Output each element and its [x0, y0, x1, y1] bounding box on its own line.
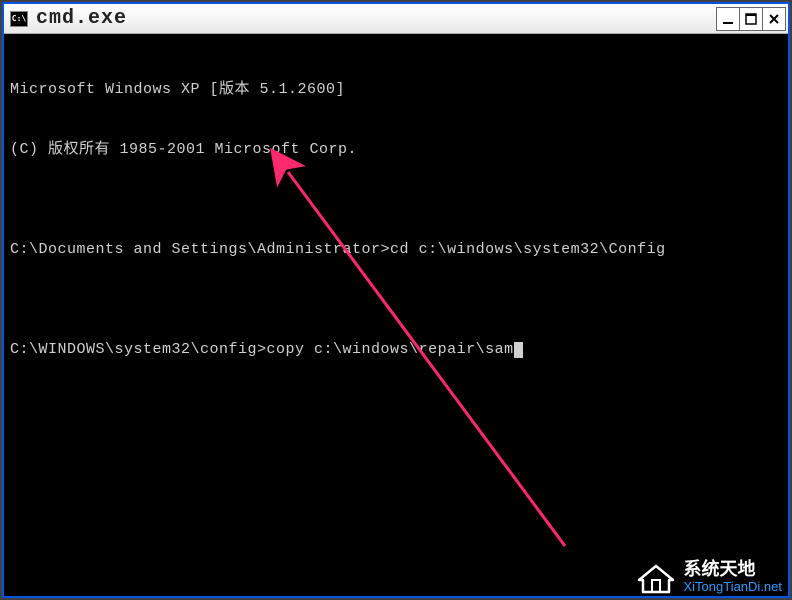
minimize-icon — [722, 13, 734, 25]
terminal-line: C:\Documents and Settings\Administrator>… — [10, 240, 782, 260]
app-icon: C:\ — [10, 11, 28, 27]
terminal-line: (C) 版权所有 1985-2001 Microsoft Corp. — [10, 140, 782, 160]
terminal-line: C:\WINDOWS\system32\config>copy c:\windo… — [10, 340, 782, 360]
cursor — [514, 342, 523, 358]
maximize-button[interactable] — [739, 7, 763, 31]
window-title: cmd.exe — [36, 7, 717, 30]
terminal-line: Microsoft Windows XP [版本 5.1.2600] — [10, 80, 782, 100]
close-button[interactable] — [762, 7, 786, 31]
app-icon-label: C:\ — [12, 14, 26, 23]
maximize-icon — [745, 13, 757, 25]
terminal-output[interactable]: Microsoft Windows XP [版本 5.1.2600] (C) 版… — [4, 34, 788, 596]
titlebar[interactable]: C:\ cmd.exe — [4, 4, 788, 34]
window-controls — [717, 7, 786, 31]
minimize-button[interactable] — [716, 7, 740, 31]
close-icon — [768, 13, 780, 25]
cmd-window: C:\ cmd.exe Microsoft Windows XP [版本 5.1… — [2, 2, 790, 598]
